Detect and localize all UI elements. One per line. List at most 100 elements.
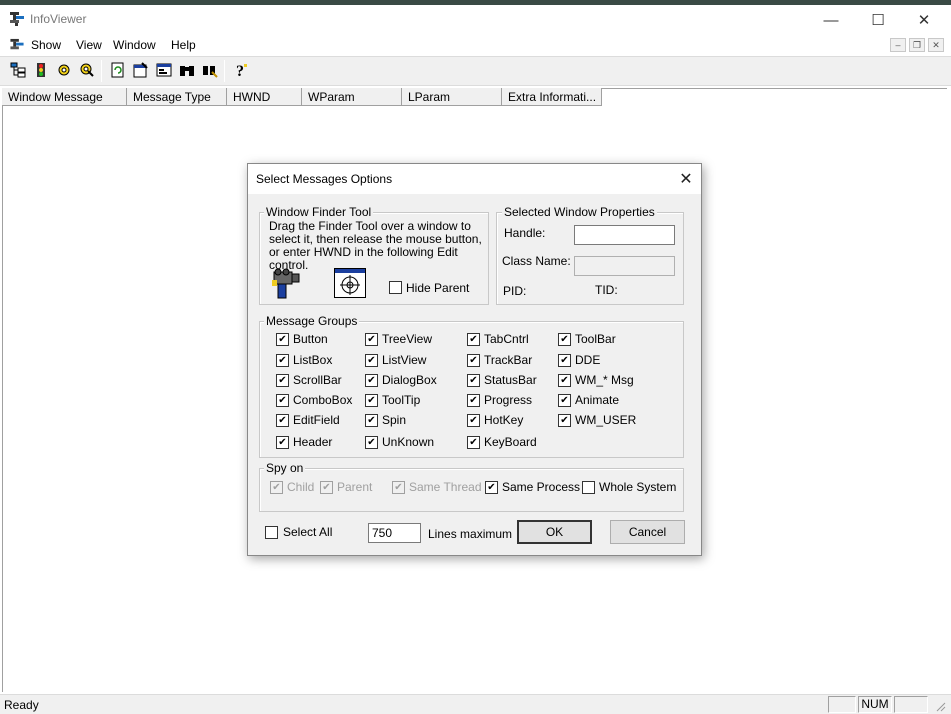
spy-checkbox-same-process[interactable]	[485, 481, 498, 494]
status-panel-caps	[828, 696, 856, 713]
group-label-listview: ListView	[382, 353, 427, 367]
group-checkbox-button[interactable]	[276, 333, 289, 346]
column-message-type[interactable]: Message Type	[127, 88, 227, 106]
menu-view[interactable]: View	[76, 38, 102, 52]
binoculars-icon[interactable]	[178, 61, 196, 79]
menu-window[interactable]: Window	[113, 38, 156, 52]
group-label-scrollbar: ScrollBar	[293, 373, 342, 387]
cancel-button[interactable]: Cancel	[610, 520, 685, 544]
crosshair-icon[interactable]	[334, 268, 366, 298]
spy-label-same-thread: Same Thread	[409, 480, 482, 494]
group-checkbox-dialogbox[interactable]	[365, 374, 378, 387]
status-panel-scroll	[894, 696, 928, 713]
status-text: Ready	[4, 698, 39, 712]
window-title: InfoViewer	[30, 12, 87, 26]
group-checkbox-tooltip[interactable]	[365, 394, 378, 407]
group-checkbox-combobox[interactable]	[276, 394, 289, 407]
find-icon[interactable]	[201, 61, 219, 79]
tools-icon[interactable]	[78, 61, 96, 79]
group-checkbox-toolbar[interactable]	[558, 333, 571, 346]
group-label-combobox: ComboBox	[293, 393, 353, 407]
traffic-light-icon[interactable]	[32, 61, 50, 79]
select-all-checkbox[interactable]	[265, 526, 278, 539]
group-checkbox-header[interactable]	[276, 436, 289, 449]
group-checkbox-progress[interactable]	[467, 394, 480, 407]
group-checkbox-dde[interactable]	[558, 354, 571, 367]
mdi-close-button[interactable]: ✕	[928, 38, 944, 52]
handle-label: Handle:	[504, 226, 546, 240]
group-checkbox-statusbar[interactable]	[467, 374, 480, 387]
group-checkbox-tabcntrl[interactable]	[467, 333, 480, 346]
message-groups-label: Message Groups	[264, 314, 360, 328]
group-label-progress: Progress	[484, 393, 533, 407]
toolbar-separator	[101, 60, 102, 82]
column-extra-information[interactable]: Extra Informati...	[502, 88, 602, 106]
toolbar-separator	[224, 60, 225, 82]
tid-label: TID:	[595, 283, 618, 297]
column-window-message[interactable]: Window Message	[2, 88, 127, 106]
group-label-listbox: ListBox	[293, 353, 333, 367]
gear-icon[interactable]	[55, 61, 73, 79]
properties-icon[interactable]	[132, 61, 150, 79]
group-checkbox-trackbar[interactable]	[467, 354, 480, 367]
group-label-hotkey: HotKey	[484, 413, 524, 427]
mdi-minimize-button[interactable]: –	[890, 38, 906, 52]
svg-text:?: ?	[236, 63, 244, 78]
close-button[interactable]: ✕	[901, 5, 947, 35]
close-icon: ✕	[679, 171, 693, 188]
group-label-unknown: UnKnown	[382, 435, 435, 449]
group-checkbox-animate[interactable]	[558, 394, 571, 407]
group-checkbox-keyboard[interactable]	[467, 436, 480, 449]
group-label-spin: Spin	[382, 413, 407, 427]
ok-button[interactable]: OK	[517, 520, 592, 544]
group-checkbox-treeview[interactable]	[365, 333, 378, 346]
status-panel-num: NUM	[858, 696, 892, 713]
handle-input[interactable]	[574, 225, 675, 245]
group-label-button: Button	[293, 332, 328, 346]
spy-label-whole-system: Whole System	[599, 480, 677, 494]
column-wparam[interactable]: WParam	[302, 88, 402, 106]
help-icon[interactable]: ?	[232, 61, 250, 79]
group-checkbox-wm-user[interactable]	[558, 414, 571, 427]
select-all-label: Select All	[283, 525, 333, 539]
minimize-button[interactable]: —	[808, 5, 854, 35]
column-hwnd[interactable]: HWND	[227, 88, 302, 106]
spy-checkbox-parent	[320, 481, 333, 494]
group-checkbox-wm-msg[interactable]	[558, 374, 571, 387]
lines-maximum-input[interactable]	[368, 523, 421, 543]
group-checkbox-listbox[interactable]	[276, 354, 289, 367]
dialog-close-button[interactable]: ✕	[672, 166, 700, 192]
spy-label-same-process: Same Process	[502, 480, 581, 494]
finder-tool-icon[interactable]	[270, 268, 302, 300]
window-finder-label: Window Finder Tool	[264, 205, 374, 219]
group-label-dialogbox: DialogBox	[382, 373, 437, 387]
mdi-restore-button[interactable]: ❐	[909, 38, 925, 52]
group-label-keyboard: KeyBoard	[484, 435, 537, 449]
document-menu-icon[interactable]	[9, 38, 25, 53]
group-checkbox-editfield[interactable]	[276, 414, 289, 427]
group-checkbox-listview[interactable]	[365, 354, 378, 367]
spy-checkbox-whole-system[interactable]	[582, 481, 595, 494]
window-icon[interactable]	[155, 61, 173, 79]
group-label-wm-msg: WM_* Msg	[575, 373, 634, 387]
hide-parent-checkbox[interactable]	[389, 281, 402, 294]
group-label-treeview: TreeView	[382, 332, 433, 346]
tree-icon[interactable]	[9, 61, 27, 79]
menu-show[interactable]: Show	[31, 38, 61, 52]
app-icon	[9, 11, 25, 27]
close-icon: ✕	[917, 12, 931, 29]
group-checkbox-unknown[interactable]	[365, 436, 378, 449]
menu-help[interactable]: Help	[171, 38, 196, 52]
group-checkbox-scrollbar[interactable]	[276, 374, 289, 387]
resize-grip-icon[interactable]	[934, 700, 946, 712]
spy-label-child: Child	[287, 480, 315, 494]
group-checkbox-spin[interactable]	[365, 414, 378, 427]
hide-parent-label: Hide Parent	[406, 281, 470, 295]
group-label-header: Header	[293, 435, 333, 449]
refresh-icon[interactable]	[109, 61, 127, 79]
group-checkbox-hotkey[interactable]	[467, 414, 480, 427]
class-name-label: Class Name:	[502, 254, 571, 268]
column-lparam[interactable]: LParam	[402, 88, 502, 106]
maximize-icon: ☐	[871, 12, 885, 29]
maximize-button[interactable]: ☐	[855, 5, 901, 35]
